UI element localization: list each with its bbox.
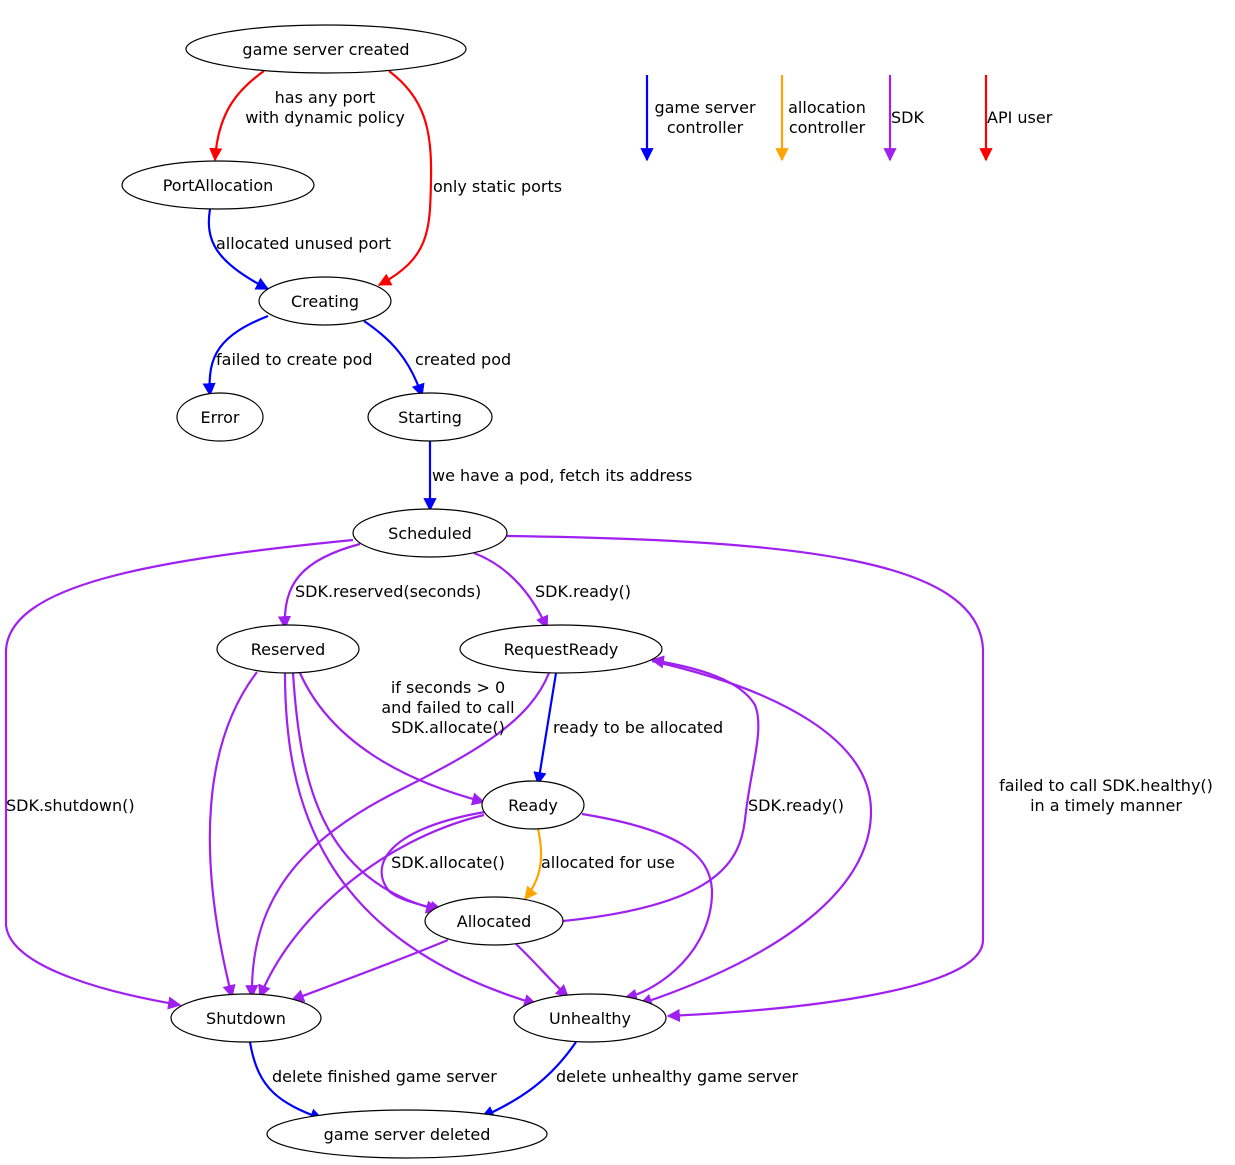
edge-scheduled-to-unhealthy [506, 534, 985, 1023]
edge-reserved-to-shutdown [208, 671, 258, 999]
state-node-allocated: Allocated [424, 896, 564, 946]
edge-label-unhealthy-to-deleted: delete unhealthy game server [556, 1067, 799, 1086]
state-node-deleted: game server deleted [266, 1109, 548, 1159]
state-label: Creating [291, 292, 359, 311]
state-label: Starting [398, 408, 462, 427]
edge-label-starting-to-scheduled: we have a pod, fetch its address [432, 466, 692, 485]
edge-labels: has any port with dynamic policy only stat… [6, 88, 1213, 1086]
state-node-created: game server created [185, 24, 467, 74]
edge-allocated-to-requestready [562, 655, 760, 923]
legend-label-allocation-controller: allocation controller [788, 98, 866, 137]
edge-label-creating-to-error: failed to create pod [216, 350, 373, 369]
state-diagram: game server controller allocation controlle… [4, 24, 1213, 1159]
state-label: game server created [242, 40, 409, 59]
state-label: PortAllocation [163, 176, 274, 195]
legend-item-allocation-controller: allocation controller [775, 75, 866, 162]
edge-label-scheduled-to-requestready: SDK.ready() [535, 582, 631, 601]
state-label: Error [201, 408, 240, 427]
edge-label-scheduled-to-unhealthy: failed to call SDK.healthy() in a timely … [999, 776, 1213, 815]
state-node-error: Error [176, 392, 264, 442]
edge-allocated-to-shutdown [290, 938, 449, 1003]
legend: game server controller allocation controlle… [640, 75, 1053, 162]
edge-label-portallocation-to-creating: allocated unused port [216, 234, 391, 253]
legend-label-game-server-controller: game server controller [654, 98, 756, 137]
edge-requestready-to-unhealthy [638, 659, 873, 1007]
state-node-ready: Ready [481, 780, 585, 830]
state-node-reserved: Reserved [216, 624, 360, 674]
state-label: Shutdown [206, 1009, 286, 1028]
state-node-shutdown: Shutdown [170, 993, 322, 1043]
edge-label-ready-to-allocated: allocated for use [541, 853, 675, 872]
edges [4, 70, 985, 1121]
state-label: Reserved [251, 640, 325, 659]
legend-item-sdk: SDK [883, 75, 924, 162]
state-label: RequestReady [504, 640, 619, 659]
edge-label-allocated-to-requestready: SDK.ready() [748, 796, 844, 815]
edge-label-creating-to-starting: created pod [415, 350, 511, 369]
state-node-creating: Creating [258, 276, 392, 326]
edge-scheduled-to-shutdown [4, 538, 354, 1010]
state-label: game server deleted [324, 1125, 491, 1144]
edge-label-requestready-to-ready: ready to be allocated [553, 718, 723, 737]
edge-ready-to-allocated [524, 828, 543, 901]
state-node-unhealthy: Unhealthy [513, 993, 667, 1043]
state-node-scheduled: Scheduled [352, 508, 508, 558]
state-label: Allocated [457, 912, 532, 931]
edge-creating-to-starting [363, 320, 425, 398]
edge-label-ready-to-allocated: SDK.allocate() [391, 853, 505, 872]
state-node-portallocation: PortAllocation [121, 160, 315, 210]
edge-label-created-to-portallocation: has any port with dynamic policy [245, 88, 405, 127]
state-label: Unhealthy [549, 1009, 631, 1028]
state-label: Scheduled [388, 524, 472, 543]
edge-label-shutdown-to-deleted: delete finished game server [272, 1067, 497, 1086]
state-label: Ready [508, 796, 558, 815]
edge-label-reserved-to-ready: if seconds > 0 and failed to call SDK.allo… [381, 678, 514, 737]
state-node-requestready: RequestReady [459, 624, 663, 674]
legend-label-sdk: SDK [891, 108, 924, 127]
legend-item-game-server-controller: game server controller [640, 75, 756, 162]
edge-label-scheduled-to-reserved: SDK.reserved(seconds) [295, 582, 481, 601]
legend-item-api-user: API user [979, 75, 1053, 162]
edge-allocated-to-unhealthy [515, 943, 569, 998]
edge-label-created-to-creating: only static ports [433, 177, 562, 196]
legend-label-api-user: API user [987, 108, 1053, 127]
state-node-starting: Starting [367, 392, 493, 442]
edge-label-scheduled-to-shutdown: SDK.shutdown() [6, 796, 135, 815]
